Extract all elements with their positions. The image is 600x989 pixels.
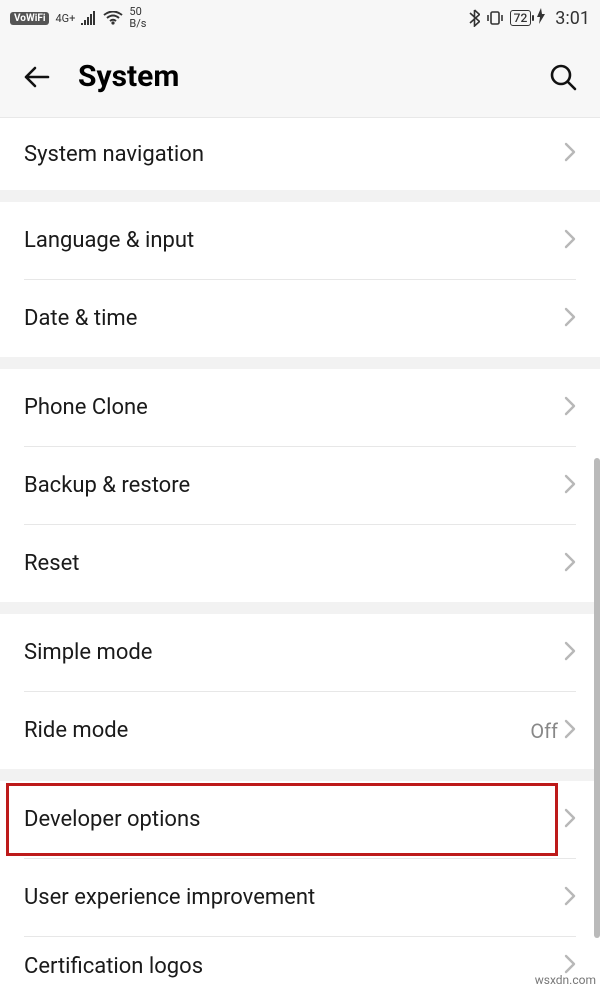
settings-row-reset[interactable]: Reset	[0, 525, 600, 602]
status-right: 72 3:01	[469, 8, 590, 29]
settings-row-ride-mode[interactable]: Ride modeOff	[0, 692, 600, 769]
row-label: Phone Clone	[24, 395, 564, 420]
data-rate: 50 B/s	[129, 6, 146, 29]
chevron-right-icon	[564, 719, 576, 743]
chevron-right-icon	[564, 229, 576, 253]
settings-group: Phone Clone Backup & restore Reset	[0, 369, 600, 602]
search-icon	[548, 62, 578, 92]
settings-group: System navigation	[0, 118, 600, 190]
clock: 3:01	[555, 8, 590, 29]
chevron-right-icon	[564, 396, 576, 420]
vowifi-badge: VoWiFi	[10, 12, 49, 25]
chevron-right-icon	[564, 641, 576, 665]
battery-indicator: 72	[510, 10, 532, 26]
row-label: Language & input	[24, 228, 564, 253]
watermark: wsxdn.com	[535, 973, 596, 987]
settings-list: System navigation Language & input Date & …	[0, 118, 600, 989]
chevron-right-icon	[564, 552, 576, 576]
settings-row-date-time[interactable]: Date & time	[0, 280, 600, 357]
settings-row-language-input[interactable]: Language & input	[0, 202, 600, 279]
settings-row-system-navigation[interactable]: System navigation	[0, 118, 600, 190]
vibrate-icon	[486, 10, 504, 26]
page-title: System	[78, 59, 522, 94]
chevron-right-icon	[564, 808, 576, 832]
status-bar: VoWiFi 4G+ 50 B/s 72 3:01	[0, 0, 600, 36]
chevron-right-icon	[564, 474, 576, 498]
app-bar: System	[0, 36, 600, 118]
row-label: User experience improvement	[24, 885, 564, 910]
settings-row-phone-clone[interactable]: Phone Clone	[0, 369, 600, 446]
bluetooth-icon	[469, 9, 480, 27]
settings-row-certification-logos[interactable]: Certification logos	[0, 937, 600, 989]
search-button[interactable]	[546, 60, 580, 94]
row-label: Backup & restore	[24, 473, 564, 498]
settings-row-simple-mode[interactable]: Simple mode	[0, 614, 600, 691]
settings-row-backup-restore[interactable]: Backup & restore	[0, 447, 600, 524]
back-arrow-icon	[22, 62, 52, 92]
chevron-right-icon	[564, 886, 576, 910]
settings-group: Simple mode Ride modeOff	[0, 614, 600, 769]
battery-percent: 72	[514, 11, 528, 25]
row-label: Simple mode	[24, 640, 564, 665]
row-label: Developer options	[24, 807, 564, 832]
row-label: Certification logos	[24, 954, 564, 979]
back-button[interactable]	[20, 60, 54, 94]
settings-group: Developer options User experience improve…	[0, 781, 600, 989]
row-label: Ride mode	[24, 718, 530, 743]
settings-group: Language & input Date & time	[0, 202, 600, 357]
wifi-icon	[103, 11, 123, 25]
chevron-right-icon	[564, 307, 576, 331]
settings-row-user-experience-improvement[interactable]: User experience improvement	[0, 859, 600, 936]
data-rate-unit: B/s	[129, 18, 146, 30]
charging-icon	[537, 8, 545, 28]
row-label: System navigation	[24, 142, 564, 167]
row-label: Reset	[24, 551, 564, 576]
row-label: Date & time	[24, 306, 564, 331]
signal-icon	[81, 11, 97, 25]
status-left: VoWiFi 4G+ 50 B/s	[10, 6, 146, 29]
settings-row-developer-options[interactable]: Developer options	[0, 781, 600, 858]
row-value: Off	[530, 719, 558, 743]
network-gen-label: 4G+	[55, 13, 75, 24]
chevron-right-icon	[564, 142, 576, 166]
